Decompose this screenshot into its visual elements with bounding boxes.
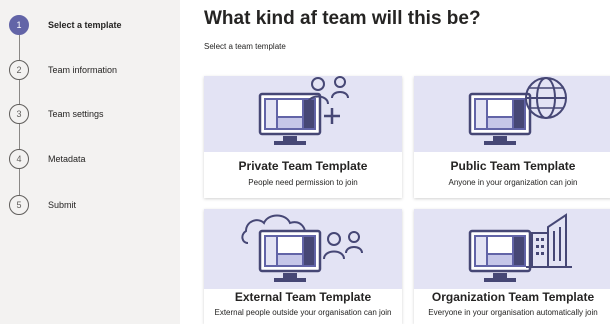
main-content: What kind af team will this be? Select a… [204, 0, 610, 324]
step-team-information[interactable]: 2 Team information [9, 60, 117, 80]
card-description: Everyone in your organisation automatica… [428, 308, 598, 317]
card-title: Organization Team Template [431, 290, 595, 304]
step-select-template[interactable]: 1 Select a template [9, 15, 122, 35]
step-number: 4 [9, 149, 29, 169]
building-icon [468, 213, 572, 282]
step-team-settings[interactable]: 3 Team settings [9, 104, 104, 124]
page-title: What kind af team will this be? [204, 8, 481, 29]
step-label: Metadata [48, 154, 86, 164]
step-label: Select a template [48, 20, 122, 30]
step-label: Team settings [48, 109, 104, 119]
card-illustration [414, 76, 610, 152]
card-illustration [204, 209, 402, 289]
card-title: Public Team Template [450, 159, 576, 173]
step-label: Team information [48, 65, 118, 75]
step-number: 1 [9, 15, 29, 35]
step-number: 2 [9, 60, 29, 80]
step-connector [19, 80, 20, 104]
wizard-sidebar: 1 Select a template 2 Team information 3… [0, 0, 180, 324]
step-connector [19, 169, 20, 195]
card-title: External Team Template [234, 290, 372, 304]
template-card-public[interactable]: Public Team Template Anyone in your orga… [414, 76, 610, 198]
step-label: Submit [48, 200, 77, 210]
step-number: 5 [9, 195, 29, 215]
card-description: People need permission to join [248, 178, 358, 187]
page-subtitle: Select a team template [204, 42, 286, 51]
card-description: External people outside your organisatio… [214, 308, 392, 317]
people-plus-icon [258, 76, 349, 145]
template-card-external[interactable]: External Team Template External people o… [204, 209, 402, 324]
globe-icon [468, 77, 567, 145]
card-description: Anyone in your organization can join [448, 178, 578, 187]
card-illustration [414, 209, 610, 289]
card-title: Private Team Template [238, 159, 368, 173]
step-metadata[interactable]: 4 Metadata [9, 149, 86, 169]
step-connector [19, 124, 20, 149]
step-number: 3 [9, 104, 29, 124]
template-card-private[interactable]: Private Team Template People need permis… [204, 76, 402, 198]
card-illustration [204, 76, 402, 152]
cloud-people-icon [241, 214, 363, 282]
step-connector [19, 35, 20, 60]
template-card-organization[interactable]: Organization Team Template Everyone in y… [414, 209, 610, 324]
step-submit[interactable]: 5 Submit [9, 195, 76, 215]
